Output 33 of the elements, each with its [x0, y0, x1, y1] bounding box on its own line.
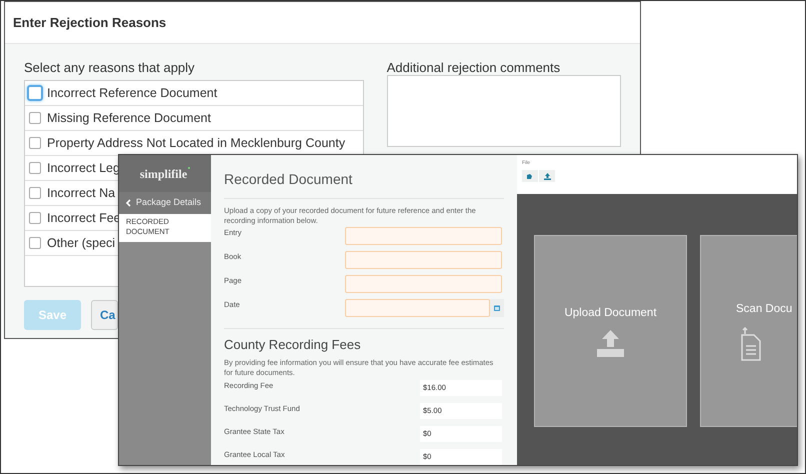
- back-link[interactable]: Package Details: [119, 192, 211, 214]
- comments-field[interactable]: [386, 75, 621, 147]
- calendar-button[interactable]: [490, 299, 504, 317]
- input-field[interactable]: [345, 251, 502, 269]
- reasons-label: Select any reasons that apply: [24, 59, 196, 77]
- checkbox[interactable]: [29, 212, 41, 224]
- checkbox[interactable]: [29, 237, 41, 249]
- reason-label[interactable]: Incorrect Reference Document: [47, 84, 218, 102]
- checkbox[interactable]: [29, 137, 41, 149]
- logo: simplifile: [140, 164, 190, 182]
- scanner-button[interactable]: [522, 170, 538, 182]
- reason-label[interactable]: Incorrect Na: [47, 184, 116, 202]
- section-title: County Recording Fees: [224, 336, 362, 354]
- reason-label[interactable]: Property Address Not Located in Mecklenburg County: [47, 134, 346, 152]
- dialog-title: Enter Rejection Reasons: [13, 14, 166, 32]
- cancel-button[interactable]: Ca: [91, 300, 118, 330]
- date-field[interactable]: [345, 299, 490, 317]
- input-field[interactable]: [345, 227, 502, 245]
- section-title: Recorded Document: [224, 170, 354, 189]
- checkbox[interactable]: [29, 162, 41, 174]
- scanner-icon: [526, 172, 534, 180]
- upload-button[interactable]: [539, 170, 555, 182]
- upload-tray-icon: [597, 330, 624, 358]
- reason-label[interactable]: Missing Reference Document: [47, 108, 211, 128]
- upload-icon: [544, 172, 550, 180]
- comments-label: Additional rejection comments: [386, 59, 562, 75]
- calendar-icon: [494, 305, 500, 311]
- checkbox[interactable]: [29, 187, 41, 199]
- chevron-left-icon: [125, 199, 131, 207]
- document-icon: [741, 326, 761, 361]
- checkbox[interactable]: [29, 112, 41, 124]
- input-field[interactable]: [345, 275, 502, 293]
- reason-label[interactable]: Other (speci: [47, 234, 116, 252]
